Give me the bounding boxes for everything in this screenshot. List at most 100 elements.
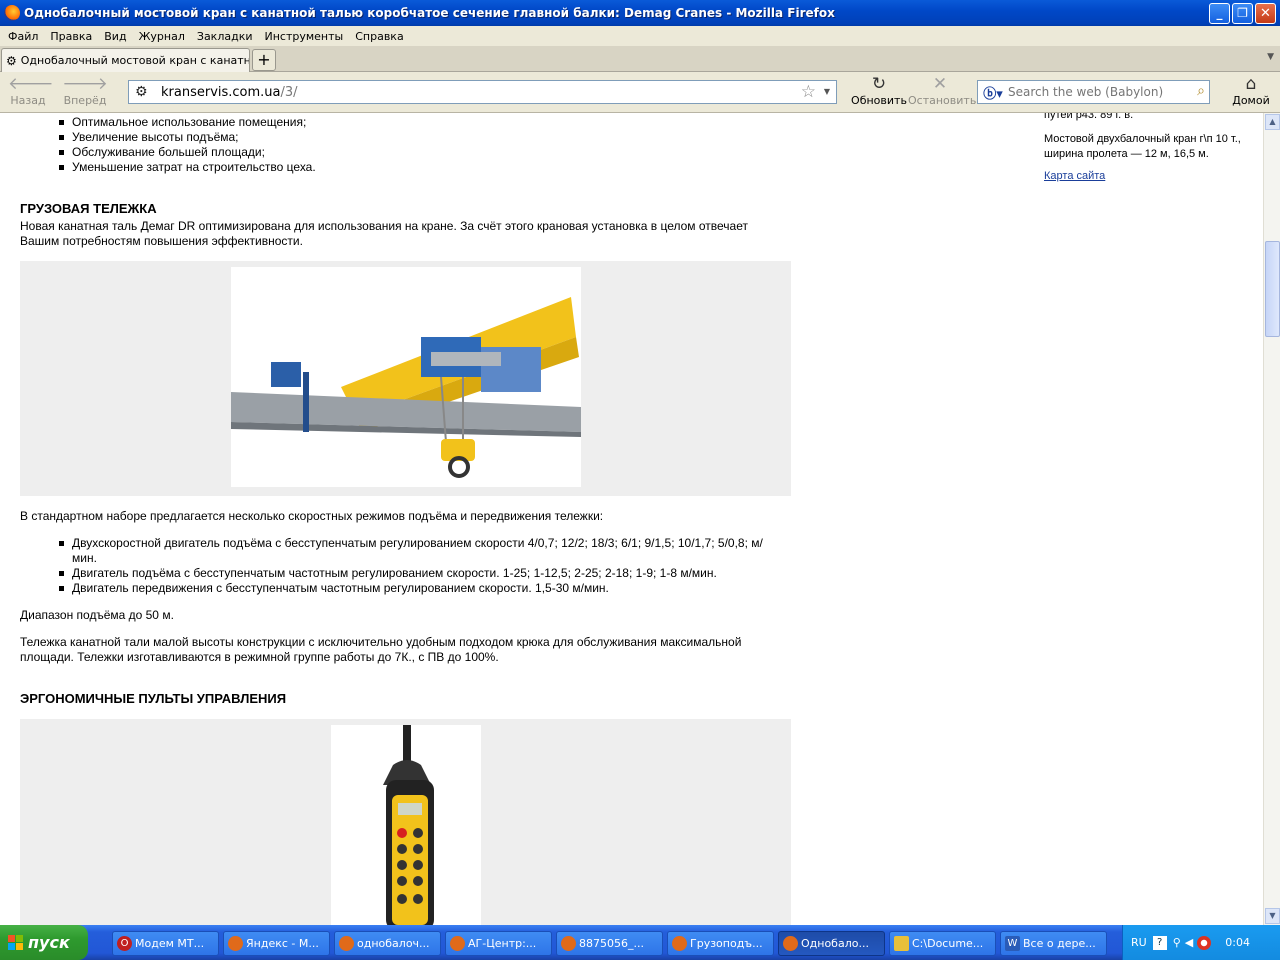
sidebar-partial-text: путей р43. 89 г. в. [1044, 113, 1134, 121]
stop-icon: ✕ [932, 74, 948, 94]
close-button[interactable]: ✕ [1255, 2, 1276, 24]
home-icon: ⌂ [1245, 74, 1257, 94]
taskbar-item[interactable]: Яндекс - М... [223, 931, 330, 956]
taskbar-item[interactable]: АГ-Центр:... [445, 931, 552, 956]
folder-icon [894, 936, 909, 951]
taskbar: пуск O Модем МТ... Яндекс - М... однобало… [0, 925, 1280, 960]
section-title-trolley: ГРУЗОВАЯ ТЕЛЕЖКА [20, 201, 157, 216]
section-title-pendants: ЭРГОНОМИЧНЫЕ ПУЛЬТЫ УПРАВЛЕНИЯ [20, 691, 287, 706]
list-item: Увеличение высоты подъёма; [20, 130, 800, 145]
home-button[interactable]: ⌂ Домой [1230, 74, 1272, 107]
taskbar-item-label: однобалоч... [357, 937, 430, 950]
advantages-list: Оптимальное использование помещения; Уве… [20, 115, 800, 175]
taskbar-item[interactable]: 8875056_... [556, 931, 663, 956]
taskbar-item-label: C:\Docume... [912, 937, 984, 950]
firefox-icon [339, 936, 354, 951]
taskbar-item[interactable]: Грузоподъ... [667, 931, 774, 956]
window-title-bar: Однобалочный мостовой кран с канатной та… [0, 0, 1280, 26]
menu-file[interactable]: Файл [2, 30, 44, 43]
list-item: Оптимальное использование помещения; [20, 115, 800, 130]
back-button[interactable]: 🡐 Назад [8, 74, 54, 107]
back-tray-icon[interactable]: ◀ [1185, 936, 1193, 949]
stop-label: Остановить [908, 94, 977, 107]
network-icon[interactable]: ⚲ [1173, 936, 1181, 949]
reload-label: Обновить [851, 94, 907, 107]
list-item: Обслуживание большей площади; [20, 145, 800, 160]
maximize-button[interactable]: ❐ [1232, 2, 1253, 24]
help-icon[interactable]: ? [1152, 935, 1167, 950]
taskbar-item[interactable]: O Модем МТ... [112, 931, 219, 956]
back-arrow-icon: 🡐 [8, 74, 54, 94]
pendant-image-frame [20, 719, 791, 925]
list-item: Двигатель подъёма с бесступенчатым часто… [20, 566, 780, 581]
address-path: /3/ [280, 84, 298, 100]
forward-button[interactable]: 🡒 Вперёд [62, 74, 108, 107]
clock: 0:04 [1225, 936, 1250, 949]
taskbar-item-label: Яндекс - М... [246, 937, 319, 950]
page-content: Оптимальное использование помещения; Уве… [0, 113, 1263, 925]
scroll-thumb[interactable] [1265, 241, 1280, 337]
search-input[interactable] [1008, 85, 1178, 99]
pendant-photo [331, 725, 481, 925]
speeds-list: Двухскоростной двигатель подъёма с бесст… [20, 536, 780, 596]
system-tray: RU ? ⚲ ◀ 0:04 [1122, 925, 1280, 960]
taskbar-item-label: АГ-Центр:... [468, 937, 537, 950]
taskbar-item-label: 8875056_... [579, 937, 644, 950]
bookmark-star-icon[interactable]: ☆ [801, 82, 816, 102]
firefox-icon [450, 936, 465, 951]
taskbar-item-label: Модем МТ... [135, 937, 205, 950]
taskbar-item[interactable]: W Все о дере... [1000, 931, 1107, 956]
firefox-icon [783, 936, 798, 951]
antivirus-icon[interactable] [1197, 935, 1212, 950]
search-engine-icon[interactable]: ⓑ▾ [978, 83, 1008, 102]
tab-current[interactable]: ⚙ Однобалочный мостовой кран с канатной.… [1, 48, 250, 72]
menu-help[interactable]: Справка [349, 30, 409, 43]
reload-icon: ↻ [871, 74, 887, 94]
search-bar[interactable]: ⓑ▾ ⌕ [977, 80, 1210, 104]
lift-range-text: Диапазон подъёма до 50 м. [20, 608, 174, 622]
taskbar-item[interactable]: однобалоч... [334, 931, 441, 956]
address-host: kranservis.com.ua [161, 84, 281, 100]
menu-bookmarks[interactable]: Закладки [191, 30, 259, 43]
speeds-intro-text: В стандартном наборе предлагается нескол… [20, 509, 604, 523]
back-label: Назад [10, 94, 46, 107]
hoist-image-frame [20, 261, 791, 496]
word-document-icon: W [1005, 936, 1020, 951]
minimize-button[interactable]: _ [1209, 2, 1230, 24]
scroll-up-icon[interactable]: ▲ [1265, 114, 1280, 130]
tab-list-dropdown-icon[interactable]: ▼ [1267, 52, 1274, 62]
firefox-icon [4, 5, 20, 21]
site-favicon-icon: ⚙ [6, 53, 17, 68]
taskbar-item-active[interactable]: Однобало... [778, 931, 885, 956]
taskbar-item[interactable]: C:\Docume... [889, 931, 996, 956]
windows-logo-icon [8, 934, 24, 951]
menu-view[interactable]: Вид [98, 30, 132, 43]
opera-icon: O [117, 936, 132, 951]
reload-button[interactable]: ↻ Обновить [851, 74, 907, 107]
scroll-down-icon[interactable]: ▼ [1265, 908, 1280, 924]
sitemap-link[interactable]: Карта сайта [1044, 169, 1105, 184]
firefox-icon [561, 936, 576, 951]
firefox-icon [228, 936, 243, 951]
list-item: Двигатель передвижения с бесступенчатым … [20, 581, 780, 596]
vertical-scrollbar[interactable]: ▲ ▼ [1263, 113, 1280, 925]
new-tab-button[interactable]: + [252, 49, 276, 71]
menu-history[interactable]: Журнал [133, 30, 191, 43]
list-item: Уменьшение затрат на строительство цеха. [20, 160, 800, 175]
menu-tools[interactable]: Инструменты [259, 30, 350, 43]
start-button[interactable]: пуск [0, 925, 88, 960]
address-bar[interactable]: ⚙ kranservis.com.ua/3/ ☆ ▼ [128, 80, 837, 104]
trolley-intro-text: Новая канатная таль Демаг DR оптимизиров… [20, 219, 748, 248]
url-dropdown-icon[interactable]: ▼ [824, 87, 830, 96]
sidebar-item-text: Мостовой двухбалочный кран г\п 10 т., ши… [1044, 133, 1241, 160]
stop-button[interactable]: ✕ Остановить [908, 74, 976, 107]
site-identity-icon: ⚙ [135, 84, 148, 100]
language-indicator[interactable]: RU [1131, 936, 1147, 949]
menu-edit[interactable]: Правка [44, 30, 98, 43]
window-title: Однобалочный мостовой кран с канатной та… [24, 6, 835, 20]
firefox-icon [672, 936, 687, 951]
menu-bar: Файл Правка Вид Журнал Закладки Инструме… [0, 26, 1280, 46]
tab-label: Однобалочный мостовой кран с канатной... [20, 54, 250, 67]
tab-strip: ⚙ Однобалочный мостовой кран с канатной.… [0, 46, 1280, 72]
search-magnifier-icon[interactable]: ⌕ [1197, 83, 1205, 99]
